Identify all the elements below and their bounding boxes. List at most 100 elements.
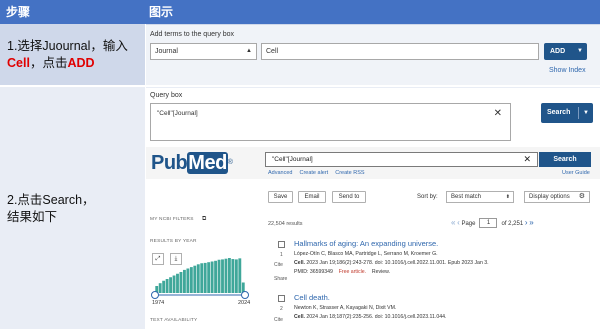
result-type: Review. — [371, 269, 391, 275]
cite-button[interactable]: Cite — [274, 317, 283, 323]
cite-button[interactable]: Cite — [274, 262, 283, 268]
step1-add: ADD — [67, 56, 95, 70]
year-slider-end-handle[interactable] — [241, 291, 249, 299]
step1-a: 1.选择Juournal，输入 — [7, 39, 128, 53]
result-citation-text: 2023 Jan 19;186(2):243-278. doi: 10.1016… — [304, 260, 489, 266]
year-end-label: 2024 — [238, 300, 251, 306]
year-bar-2016 — [227, 258, 231, 293]
step1-cell: Cell — [7, 56, 30, 70]
result-title[interactable]: Cell death. — [294, 293, 330, 302]
add-terms-panel: Add terms to the query box Journal ▲ Cell… — [146, 25, 600, 85]
share-button[interactable]: Share — [274, 276, 287, 282]
year-bar-2020 — [234, 259, 238, 293]
year-bar-2022 — [238, 258, 242, 293]
logo-pub: Pub — [151, 152, 188, 174]
query-box-value: "Cell"[Journal] — [157, 110, 198, 117]
sort-by-label: Sort by: — [417, 194, 438, 200]
show-index-link[interactable]: Show Index — [549, 67, 586, 74]
advanced-link[interactable]: Advanced — [268, 170, 292, 176]
result-title[interactable]: Hallmarks of aging: An expanding univers… — [294, 239, 438, 248]
year-slider-start-handle[interactable] — [151, 291, 159, 299]
my-ncbi-filters-label: MY NCBI FILTERS — [150, 217, 194, 222]
add-button-label: ADD — [550, 48, 566, 55]
external-link-icon[interactable]: ⧉ — [202, 216, 206, 223]
close-icon[interactable]: ✕ — [523, 153, 531, 166]
save-button[interactable]: Save — [268, 191, 293, 203]
first-page-icon[interactable]: « — [451, 218, 455, 227]
display-options-label: Display options — [529, 194, 570, 200]
prev-page-icon[interactable]: ‹ — [457, 218, 460, 227]
results-by-year-chart — [151, 258, 249, 299]
page-input[interactable]: 1 — [479, 218, 498, 229]
create-alert-link[interactable]: Create alert — [299, 170, 328, 176]
query-box[interactable]: "Cell"[Journal] ✕ — [150, 103, 511, 141]
year-bar-2002 — [203, 262, 207, 293]
table-header: 步骤 图示 — [0, 0, 600, 24]
pubmed-search-input[interactable]: "Cell"[Journal] ✕ — [265, 152, 538, 167]
result-citation-text: 2024 Jan 18;187(2):235-256. doi: 10.1016… — [304, 314, 447, 320]
results-panel: Query box "Cell"[Journal] ✕ Search ▼ PubMe… — [146, 88, 600, 329]
step2-line2: 结果如下 — [7, 210, 58, 224]
updown-icon: ▲ — [246, 48, 252, 54]
year-bar-1998 — [196, 264, 200, 293]
close-icon[interactable]: ✕ — [494, 108, 502, 119]
button-separator — [578, 107, 579, 119]
term-input[interactable]: Cell — [261, 43, 539, 60]
step1-c: ，点击 — [29, 56, 68, 70]
user-guide-link[interactable]: User Guide — [562, 170, 590, 176]
page-label: Page — [461, 221, 476, 227]
year-bar-1988 — [179, 272, 183, 293]
year-bar-1996 — [193, 265, 197, 293]
logo-med: Med — [187, 152, 228, 174]
pubmed-search-value: "Cell"[Journal] — [272, 156, 313, 163]
year-bar-1976 — [158, 283, 162, 293]
query-search-label: Search — [547, 109, 571, 116]
result-authors: Newton K, Strasser A, Kayagaki N, Dixit … — [294, 305, 397, 311]
results-by-year-label: RESULTS BY YEAR — [150, 239, 197, 244]
result-meta: PMID: 36599349 Free article. Review. — [294, 269, 390, 275]
field-select[interactable]: Journal ▲ — [150, 43, 257, 60]
year-bar-1982 — [169, 277, 173, 293]
header-step: 步骤 — [6, 5, 31, 19]
updown-icon: ⬍ — [505, 194, 510, 200]
result-checkbox[interactable] — [278, 295, 285, 302]
result-citation: Cell. 2023 Jan 19;186(2):243-278. doi: 1… — [294, 260, 489, 266]
add-button[interactable]: ADD ▼ — [544, 43, 587, 60]
pubmed-logo[interactable]: PubMed® — [151, 151, 233, 175]
step2-line1: 2.点击Search， — [7, 193, 95, 207]
pagination: « ‹ Page 1 of 2,251 › » — [451, 218, 534, 229]
registered-icon: ® — [227, 159, 233, 166]
query-search-button[interactable]: Search ▼ — [541, 103, 593, 123]
chevron-down-icon: ▼ — [577, 48, 583, 54]
year-bar-2014 — [224, 258, 228, 293]
free-article-badge: Free article. — [338, 269, 367, 275]
year-bar-1992 — [186, 268, 190, 293]
text-availability-label: TEXT AVAILABILITY — [150, 318, 198, 323]
result-pmid: PMID: 36599349 — [294, 269, 333, 275]
sort-select-value: Best match — [451, 194, 482, 200]
next-page-icon[interactable]: › — [525, 218, 528, 227]
page-of-label: of 2,251 — [501, 221, 524, 227]
year-bar-2006 — [210, 261, 214, 293]
header-figure: 图示 — [149, 5, 174, 19]
last-page-icon[interactable]: » — [529, 218, 533, 227]
year-bar-2000 — [200, 263, 204, 293]
step1-text: 1.选择Juournal，输入 Cell，点击ADD — [7, 38, 142, 72]
year-bar-2018 — [231, 259, 235, 293]
result-checkbox[interactable] — [278, 241, 285, 248]
result-journal: Cell. — [294, 314, 305, 320]
chevron-down-icon: ▼ — [583, 110, 589, 116]
add-terms-label: Add terms to the query box — [150, 31, 235, 38]
email-button[interactable]: Email — [298, 191, 326, 203]
create-rss-link[interactable]: Create RSS — [335, 170, 364, 176]
result-citation: Cell. 2024 Jan 18;187(2):235-256. doi: 1… — [294, 314, 446, 320]
year-bar-1994 — [189, 267, 193, 293]
display-options-button[interactable]: Display options ⚙ — [524, 191, 590, 203]
year-bar-2008 — [214, 260, 218, 293]
send-to-button[interactable]: Send to — [332, 191, 366, 203]
pubmed-search-button[interactable]: Search — [539, 152, 591, 167]
year-bar-1978 — [162, 280, 166, 293]
year-start-label: 1974 — [152, 300, 165, 306]
result-authors: López-Otín C, Blasco MA, Partridge L, Se… — [294, 251, 438, 257]
sort-select[interactable]: Best match ⬍ — [446, 191, 514, 203]
